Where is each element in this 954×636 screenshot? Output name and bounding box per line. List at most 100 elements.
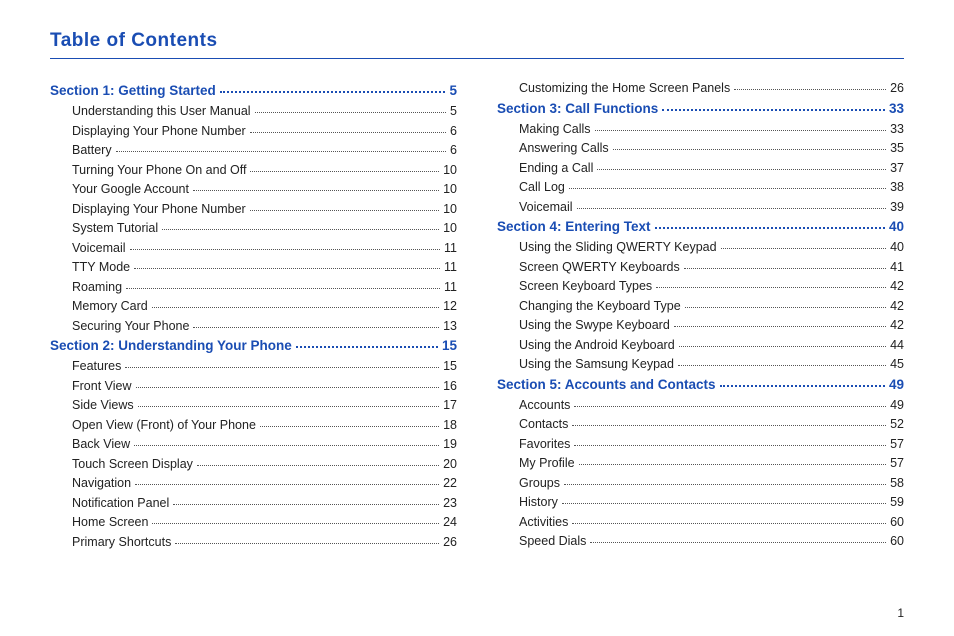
toc-item[interactable]: Battery 6 xyxy=(50,143,457,157)
item-page: 57 xyxy=(890,456,904,470)
item-page: 10 xyxy=(443,163,457,177)
leader-dots xyxy=(572,425,886,426)
leader-dots xyxy=(597,169,886,170)
toc-item[interactable]: Activities 60 xyxy=(497,515,904,529)
item-page: 33 xyxy=(890,122,904,136)
leader-dots xyxy=(162,229,439,230)
item-page: 42 xyxy=(890,299,904,313)
item-label: Favorites xyxy=(519,437,570,451)
item-label: Back View xyxy=(72,437,130,451)
item-label: Side Views xyxy=(72,398,134,412)
leader-dots xyxy=(574,445,886,446)
item-label: Home Screen xyxy=(72,515,148,529)
toc-section[interactable]: Section 1: Getting Started 5 xyxy=(50,83,457,98)
right-column: Customizing the Home Screen Panels 26 Sec… xyxy=(497,81,904,554)
section-label: Section 4: Entering Text xyxy=(497,219,651,234)
toc-item[interactable]: Using the Samsung Keypad 45 xyxy=(497,357,904,371)
item-label: Making Calls xyxy=(519,122,591,136)
leader-dots xyxy=(197,465,439,466)
item-label: Primary Shortcuts xyxy=(72,535,171,549)
item-page: 59 xyxy=(890,495,904,509)
item-page: 19 xyxy=(443,437,457,451)
toc-item[interactable]: Customizing the Home Screen Panels 26 xyxy=(497,81,904,95)
toc-item[interactable]: Using the Sliding QWERTY Keypad 40 xyxy=(497,240,904,254)
item-page: 24 xyxy=(443,515,457,529)
toc-item[interactable]: Changing the Keyboard Type 42 xyxy=(497,299,904,313)
toc-item[interactable]: Securing Your Phone 13 xyxy=(50,319,457,333)
toc-item[interactable]: History 59 xyxy=(497,495,904,509)
toc-item[interactable]: Screen Keyboard Types 42 xyxy=(497,279,904,293)
item-page: 16 xyxy=(443,379,457,393)
toc-item[interactable]: Notification Panel 23 xyxy=(50,496,457,510)
toc-item[interactable]: Using the Android Keyboard 44 xyxy=(497,338,904,352)
toc-item[interactable]: Side Views 17 xyxy=(50,398,457,412)
toc-item[interactable]: Roaming 11 xyxy=(50,280,457,294)
leader-dots xyxy=(569,188,886,189)
toc-item[interactable]: Home Screen 24 xyxy=(50,515,457,529)
section-label: Section 1: Getting Started xyxy=(50,83,216,98)
leader-dots xyxy=(193,327,439,328)
section-page: 40 xyxy=(889,219,904,234)
item-label: Activities xyxy=(519,515,568,529)
item-page: 26 xyxy=(890,81,904,95)
item-label: Voicemail xyxy=(519,200,573,214)
toc-item[interactable]: Answering Calls 35 xyxy=(497,141,904,155)
toc-item[interactable]: My Profile 57 xyxy=(497,456,904,470)
toc-item[interactable]: Contacts 52 xyxy=(497,417,904,431)
toc-item[interactable]: Accounts 49 xyxy=(497,398,904,412)
leader-dots xyxy=(572,523,886,524)
toc-item[interactable]: Ending a Call 37 xyxy=(497,161,904,175)
toc-item[interactable]: Back View 19 xyxy=(50,437,457,451)
item-page: 58 xyxy=(890,476,904,490)
toc-item[interactable]: Touch Screen Display 20 xyxy=(50,457,457,471)
item-label: Accounts xyxy=(519,398,570,412)
leader-dots xyxy=(574,406,886,407)
toc-item[interactable]: TTY Mode 11 xyxy=(50,260,457,274)
toc-item[interactable]: Speed Dials 60 xyxy=(497,534,904,548)
toc-item[interactable]: Groups 58 xyxy=(497,476,904,490)
toc-item[interactable]: Favorites 57 xyxy=(497,437,904,451)
toc-item[interactable]: Making Calls 33 xyxy=(497,122,904,136)
leader-dots xyxy=(662,109,885,111)
item-label: Battery xyxy=(72,143,112,157)
toc-item[interactable]: Displaying Your Phone Number 6 xyxy=(50,124,457,138)
toc-item[interactable]: Understanding this User Manual 5 xyxy=(50,104,457,118)
toc-item[interactable]: Call Log 38 xyxy=(497,180,904,194)
toc-item[interactable]: Open View (Front) of Your Phone 18 xyxy=(50,418,457,432)
toc-section[interactable]: Section 2: Understanding Your Phone 15 xyxy=(50,338,457,353)
toc-section[interactable]: Section 4: Entering Text 40 xyxy=(497,219,904,234)
toc-item[interactable]: Displaying Your Phone Number 10 xyxy=(50,202,457,216)
section-page: 33 xyxy=(889,101,904,116)
toc-item[interactable]: Voicemail 39 xyxy=(497,200,904,214)
toc-item[interactable]: Voicemail 11 xyxy=(50,241,457,255)
item-label: Using the Swype Keyboard xyxy=(519,318,670,332)
item-page: 20 xyxy=(443,457,457,471)
toc-item[interactable]: Navigation 22 xyxy=(50,476,457,490)
item-page: 60 xyxy=(890,515,904,529)
item-page: 18 xyxy=(443,418,457,432)
leader-dots xyxy=(136,387,440,388)
toc-item[interactable]: Your Google Account 10 xyxy=(50,182,457,196)
toc-section[interactable]: Section 5: Accounts and Contacts 49 xyxy=(497,377,904,392)
toc-item[interactable]: Primary Shortcuts 26 xyxy=(50,535,457,549)
leader-dots xyxy=(656,287,886,288)
leader-dots xyxy=(590,542,886,543)
section-page: 5 xyxy=(449,83,457,98)
item-page: 11 xyxy=(444,241,457,255)
item-page: 10 xyxy=(443,202,457,216)
toc-section[interactable]: Section 3: Call Functions 33 xyxy=(497,101,904,116)
toc-item[interactable]: Using the Swype Keyboard 42 xyxy=(497,318,904,332)
toc-item[interactable]: Memory Card 12 xyxy=(50,299,457,313)
item-page: 40 xyxy=(890,240,904,254)
item-label: System Tutorial xyxy=(72,221,158,235)
toc-item[interactable]: Front View 16 xyxy=(50,379,457,393)
toc-item[interactable]: Features 15 xyxy=(50,359,457,373)
item-label: Using the Android Keyboard xyxy=(519,338,675,352)
toc-item[interactable]: Turning Your Phone On and Off 10 xyxy=(50,163,457,177)
toc-item[interactable]: System Tutorial 10 xyxy=(50,221,457,235)
leader-dots xyxy=(152,307,439,308)
item-page: 41 xyxy=(890,260,904,274)
toc-item[interactable]: Screen QWERTY Keyboards 41 xyxy=(497,260,904,274)
leader-dots xyxy=(193,190,439,191)
item-label: Displaying Your Phone Number xyxy=(72,124,246,138)
